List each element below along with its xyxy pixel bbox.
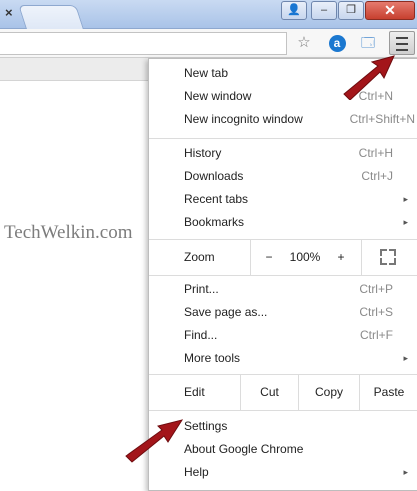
shortcut-label: Ctrl+Shift+N [349,112,415,126]
shortcut-label: Ctrl+S [359,305,393,319]
user-icon[interactable]: 👤 [281,1,307,20]
menu-item-label: Find... [184,328,218,342]
watermark-text: TechWelkin.com [4,222,133,243]
submenu-arrow-icon: ▸ [403,194,408,204]
menu-item-more-tools[interactable]: More tools ▸ [149,347,417,370]
cut-button[interactable]: Cut [241,375,298,410]
submenu-arrow-icon: ▸ [403,217,408,227]
shortcut-label: Ctrl+H [358,146,393,160]
menu-separator [149,275,417,276]
copy-button[interactable]: Copy [299,375,359,410]
menu-separator [149,410,417,411]
menu-item-save-page-as[interactable]: Save page as... Ctrl+S [149,301,417,324]
shortcut-label: Ctrl+F [360,328,393,342]
fullscreen-icon[interactable] [380,249,396,265]
edit-row: Edit Cut Copy Paste [149,375,417,410]
row-divider [361,240,362,275]
menu-item-bookmarks[interactable]: Bookmarks ▸ [149,211,417,234]
menu-item-print[interactable]: Print... Ctrl+P [149,278,417,301]
menu-item-label: Recent tabs [184,192,249,206]
menu-item-recent-tabs[interactable]: Recent tabs ▸ [149,188,417,211]
menu-item-label: Downloads [184,169,244,183]
menu-item-settings[interactable]: Settings [149,415,417,438]
submenu-arrow-icon: ▸ [403,353,408,363]
close-window-button[interactable]: ✕ [365,1,415,20]
extension-window-icon[interactable]: 🗔 [358,33,378,53]
menu-item-label: More tools [184,351,241,365]
chrome-menu: New tab New window Ctrl+N New incognito … [148,58,417,491]
menu-item-label: Help [184,465,209,479]
bookmark-star-icon[interactable]: ☆ [294,33,314,53]
hamburger-menu-icon[interactable] [389,31,415,55]
address-bar[interactable] [0,32,287,55]
zoom-level: 100% [289,250,321,264]
shortcut-label: Ctrl+J [361,169,393,183]
menu-item-label: New tab [184,66,229,80]
annotation-arrow-icon [343,55,395,100]
zoom-row: Zoom − 100% + [149,240,417,275]
menu-item-downloads[interactable]: Downloads Ctrl+J [149,165,417,188]
menu-item-label: New incognito window [184,112,303,126]
shortcut-label: Ctrl+P [359,282,393,296]
minimize-button[interactable]: – [311,1,337,20]
title-bar: × 👤 – ❐ ✕ [0,0,417,29]
menu-item-find[interactable]: Find... Ctrl+F [149,324,417,347]
menu-item-label: Print... [184,282,219,296]
paste-button[interactable]: Paste [360,375,417,410]
menu-item-label: Save page as... [184,305,268,319]
extension-a-icon[interactable]: a [327,33,347,53]
menu-item-new-incognito-window[interactable]: New incognito window Ctrl+Shift+N [149,108,417,131]
browser-tab[interactable] [18,5,84,29]
annotation-arrow-icon [125,419,184,463]
submenu-arrow-icon: ▸ [403,467,408,477]
menu-separator [149,138,417,139]
menu-item-help[interactable]: Help ▸ [149,461,417,484]
menu-item-about-google-chrome[interactable]: About Google Chrome [149,438,417,461]
extension-a-label: a [328,35,346,52]
menu-item-history[interactable]: History Ctrl+H [149,142,417,165]
zoom-out-button[interactable]: − [257,240,281,275]
menu-item-label: About Google Chrome [184,442,304,456]
edit-label: Edit [184,385,205,399]
zoom-in-button[interactable]: + [329,240,353,275]
zoom-label: Zoom [184,250,215,264]
row-divider [250,240,251,275]
menu-item-label: New window [184,89,252,103]
menu-item-label: Bookmarks [184,215,245,229]
menu-item-label: Settings [184,419,228,433]
menu-item-label: History [184,146,222,160]
maximize-button[interactable]: ❐ [338,1,364,20]
bookmarks-bar [0,58,148,81]
tab-close-icon[interactable]: × [5,5,13,20]
